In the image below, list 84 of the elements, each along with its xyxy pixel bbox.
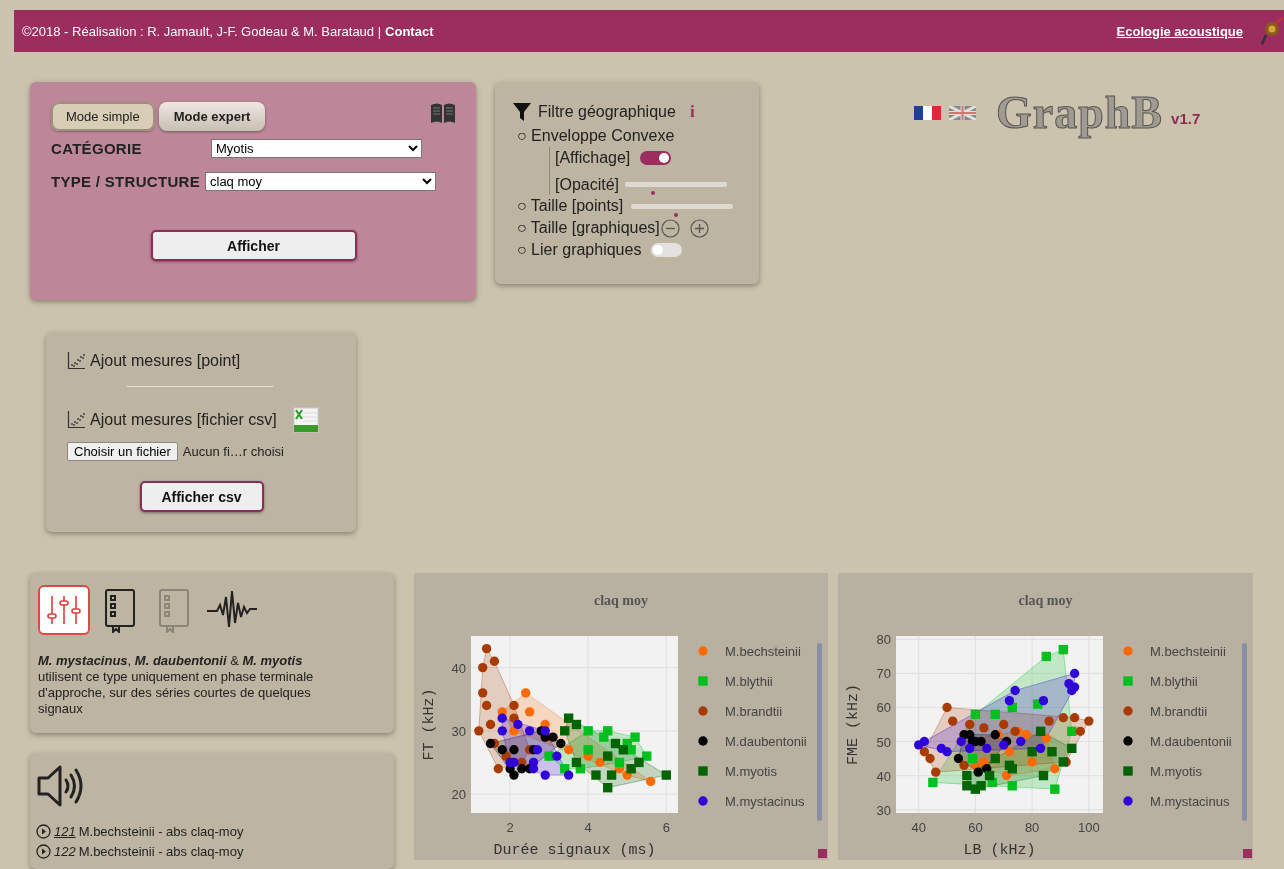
chart-title: claq moy xyxy=(1018,593,1073,608)
tick-label: 4 xyxy=(584,820,592,835)
field-label: CATÉGORIE xyxy=(51,140,143,157)
tick-label: 40 xyxy=(876,768,891,784)
legend-label[interactable]: M.brandtii xyxy=(725,704,783,719)
select-field[interactable]: Myotis xyxy=(211,139,422,158)
legend-label[interactable]: M.blythii xyxy=(1150,674,1198,689)
filter-title: Filtre géographique xyxy=(538,103,676,121)
axis-title: FME (kHz) xyxy=(845,684,862,765)
spreadsheet-icon[interactable] xyxy=(292,407,319,433)
option-label: ○ Taille [points] xyxy=(517,197,624,215)
flag-icon[interactable] xyxy=(914,105,941,120)
book-icon xyxy=(430,102,456,124)
play-icon[interactable] xyxy=(36,823,51,839)
mode-button[interactable]: Mode simple xyxy=(51,102,155,131)
scatter-chart-icon xyxy=(67,411,86,429)
chart-title: claq moy xyxy=(593,593,649,608)
tick-label: 40 xyxy=(451,660,466,676)
legend-label[interactable]: M.myotis xyxy=(725,764,777,779)
tick-label: 80 xyxy=(876,632,891,648)
tick-label: 2 xyxy=(506,820,514,835)
legend-label[interactable]: M.brandtii xyxy=(1150,704,1208,719)
option-label: [Opacité] xyxy=(555,175,620,194)
legend-label[interactable]: M.daubentonii xyxy=(725,734,807,749)
tick-label: 6 xyxy=(662,820,670,835)
scrollbar[interactable] xyxy=(817,643,822,821)
legend-label[interactable]: M.bechsteinii xyxy=(1150,644,1226,659)
tick-label: 80 xyxy=(1024,820,1040,835)
mode-button[interactable]: Mode expert xyxy=(158,102,266,131)
slider-thumb[interactable] xyxy=(650,191,655,195)
toggle-switch[interactable] xyxy=(640,150,672,165)
zoom-out-icon[interactable] xyxy=(660,218,680,238)
resize-handle[interactable] xyxy=(818,849,827,858)
field-label: TYPE / STRUCTURE xyxy=(51,173,201,190)
file-status: Aucun fi…r choisi xyxy=(182,444,284,459)
tick-label: 30 xyxy=(876,802,891,818)
info-link[interactable]: i xyxy=(689,102,695,122)
display-button[interactable]: Afficher xyxy=(150,230,357,261)
version-label: v1.7 xyxy=(1171,110,1201,127)
app-logo: GraphB xyxy=(996,86,1164,139)
legend-label[interactable]: M.daubentonii xyxy=(1150,734,1232,749)
tick-label: 20 xyxy=(451,787,466,803)
axis-title: LB (kHz) xyxy=(963,842,1036,859)
scrollbar[interactable] xyxy=(1242,643,1247,821)
slider-thumb[interactable] xyxy=(674,212,679,217)
select-field[interactable]: claq moy xyxy=(205,172,436,191)
contact-link[interactable]: Contact xyxy=(385,23,434,39)
option-label: ○ Lier graphiques xyxy=(517,241,642,259)
option-label: [Affichage] xyxy=(555,148,631,167)
measure-label[interactable]: Ajout mesures [fichier csv] xyxy=(90,411,277,429)
choose-file-button[interactable]: Choisir un fichier xyxy=(67,442,178,461)
legend-label[interactable]: M.blythii xyxy=(725,674,773,689)
recording-link[interactable]: 121 xyxy=(54,823,76,839)
option-label: ○ Taille [graphiques] xyxy=(517,219,660,237)
logo-icon xyxy=(1260,17,1284,45)
recording-label: M.bechsteinii - abs claq-moy xyxy=(78,823,244,839)
display-csv-button[interactable]: Afficher csv xyxy=(139,481,264,512)
credits-text: ©2018 - Réalisation : R. Jamault, J-F. Godeau & M. Barataud | xyxy=(22,23,382,39)
tab-sliders-icon[interactable] xyxy=(38,585,90,635)
recording-label: M.bechsteinii - abs claq-moy xyxy=(78,843,244,859)
scatter-chart-icon xyxy=(67,352,86,370)
tick-label: 60 xyxy=(968,820,983,835)
recording-link[interactable]: 122 xyxy=(54,843,76,859)
measure-label[interactable]: Ajout mesures [point] xyxy=(90,352,241,370)
resize-handle[interactable] xyxy=(1243,849,1252,858)
legend-label[interactable]: M.myotis xyxy=(1150,764,1202,779)
tick-label: 70 xyxy=(876,666,891,682)
tick-label: 30 xyxy=(451,723,466,739)
legend-label[interactable]: M.mystacinus xyxy=(1150,794,1230,809)
play-icon[interactable] xyxy=(36,843,51,859)
tick-label: 50 xyxy=(876,734,891,750)
tick-label: 100 xyxy=(1077,820,1100,835)
species-note: M. mystacinus, M. daubentonii & M. myotis utilisent ce type uniquement en phase terminale d'approche, sur des séries courtes de quelques signaux xyxy=(38,653,315,717)
tick-label: 60 xyxy=(876,700,891,716)
site-link[interactable]: Ecologie acoustique xyxy=(1116,23,1243,39)
axis-title: FT (kHz) xyxy=(421,688,438,761)
toggle-switch[interactable] xyxy=(651,243,683,257)
legend-label[interactable]: M.mystacinus xyxy=(725,794,805,809)
filter-icon xyxy=(512,102,532,122)
axis-title: Durée signaux (ms) xyxy=(493,842,656,859)
tick-label: 40 xyxy=(911,820,926,835)
option-label: ○ Enveloppe Convexe xyxy=(517,127,675,145)
zoom-in-icon[interactable] xyxy=(689,218,709,238)
legend-label[interactable]: M.bechsteinii xyxy=(725,644,801,659)
